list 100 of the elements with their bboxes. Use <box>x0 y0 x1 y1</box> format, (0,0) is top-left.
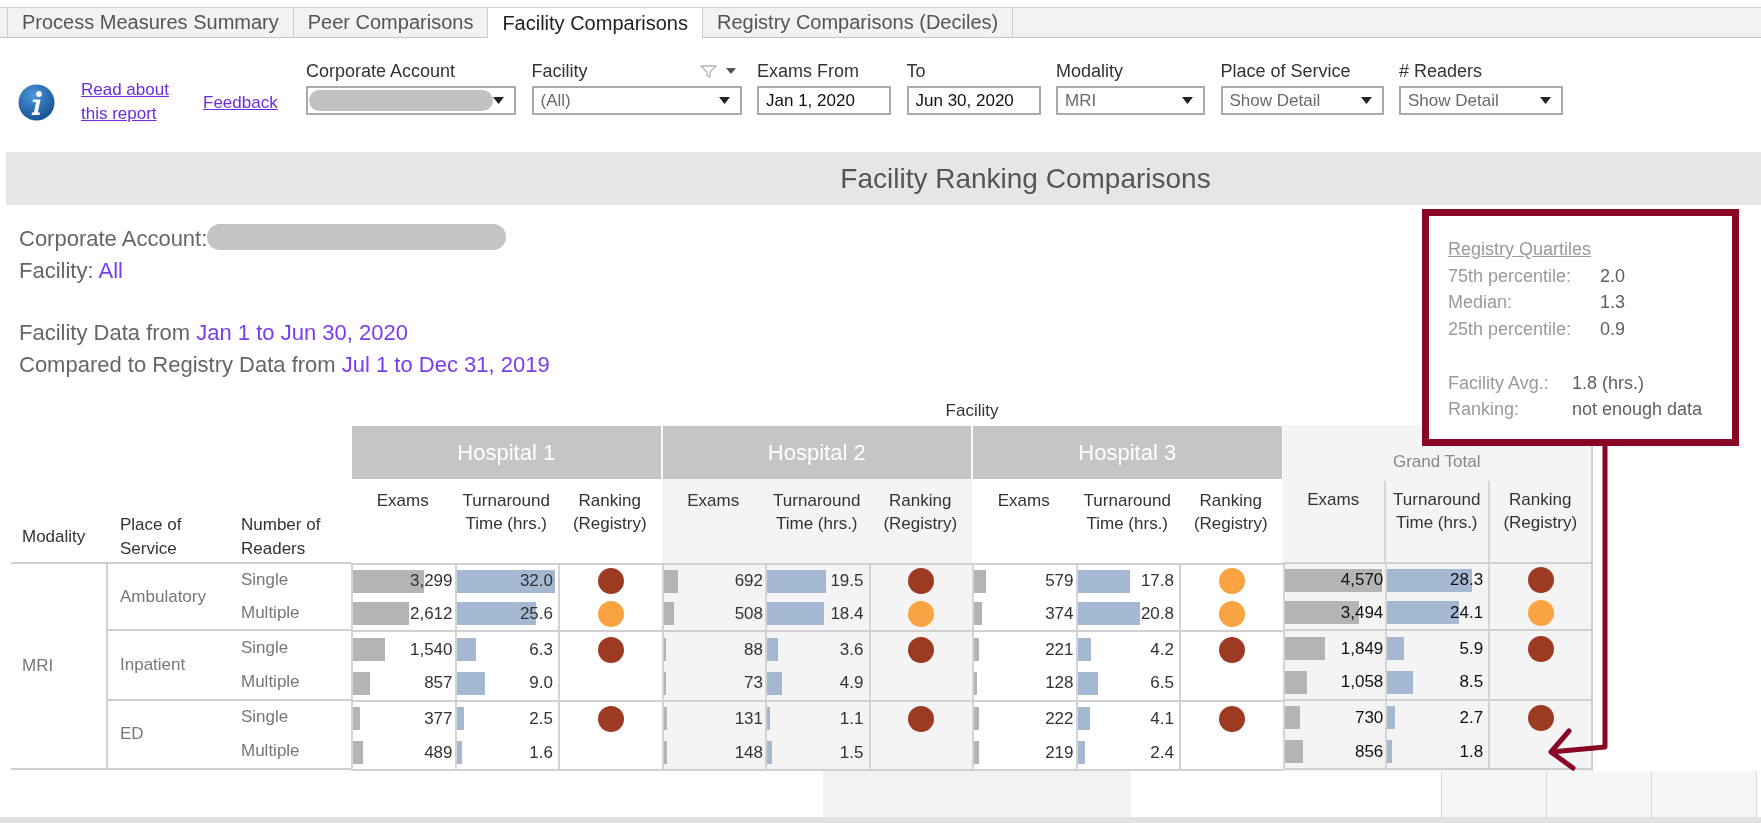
turnaround-value: 4.1 <box>1150 708 1175 729</box>
quartiles-title: Registry Quartiles <box>1448 239 1592 259</box>
exams-value: 148 <box>734 742 764 763</box>
exams-value: 579 <box>1045 571 1075 592</box>
turnaround-value: 6.3 <box>529 639 554 660</box>
dropdown[interactable]: MRI <box>1056 86 1205 115</box>
filter-label: Modality <box>1056 61 1124 81</box>
turnaround-value: 25.6 <box>519 604 554 624</box>
column-header: Turnaround Time (hrs.) <box>1393 490 1481 532</box>
turnaround-value: 4.9 <box>839 673 865 694</box>
turnaround-value: 19.5 <box>830 571 865 592</box>
report-link[interactable]: Read about this report <box>81 78 177 126</box>
exams-value: 128 <box>1045 673 1075 694</box>
summary-line: Facility Data from Jan 1 to Jun 30, 2020 <box>19 319 408 347</box>
turnaround-value: 1.5 <box>839 742 865 763</box>
date-field[interactable]: Jan 1, 2020 <box>757 86 891 115</box>
summary-line: Facility: All <box>19 257 123 285</box>
column-header: Turnaround Time (hrs.) <box>1083 491 1171 533</box>
row-label: Multiple <box>241 603 300 623</box>
column-header: Number of Readers <box>241 514 321 558</box>
stat-value: 1.8 (hrs.) <box>1572 371 1645 395</box>
row-label: MRI <box>22 656 54 676</box>
turnaround-value: 2.4 <box>1150 742 1175 763</box>
row-label: Single <box>241 570 289 591</box>
caret-icon[interactable] <box>725 68 736 74</box>
exams-value: 131 <box>734 708 764 729</box>
turnaround-value: 1.6 <box>529 742 554 763</box>
column-header: Ranking (Registry) <box>883 491 958 533</box>
exams-value: 4,570 <box>1340 570 1385 591</box>
stat-label: 75th percentile: <box>1448 264 1572 288</box>
filter-label: Place of Service <box>1220 61 1351 81</box>
info-icon[interactable] <box>18 84 55 121</box>
exams-value: 374 <box>1045 604 1075 624</box>
exams-value: 489 <box>424 742 454 763</box>
caret-icon[interactable] <box>1540 97 1551 104</box>
caret-icon[interactable] <box>1182 97 1193 104</box>
turnaround-value: 1.1 <box>839 708 865 729</box>
filter-label: Facility <box>531 61 588 81</box>
stat-label: 25th percentile: <box>1448 318 1572 342</box>
exams-value: 221 <box>1045 639 1075 660</box>
tab[interactable]: Facility Comparisons <box>487 8 702 38</box>
filter-label: Exams From <box>757 61 859 81</box>
turnaround-value: 3.6 <box>839 639 865 660</box>
row-label: Multiple <box>241 741 300 762</box>
stat-label: Ranking: <box>1448 398 1520 422</box>
turnaround-value: 2.7 <box>1459 707 1485 728</box>
column-header: Exams <box>687 491 740 510</box>
row-label: Single <box>241 707 289 728</box>
hospital-header: Hospital 2 <box>662 426 971 479</box>
caret-icon[interactable] <box>718 97 730 104</box>
date-field[interactable]: Jun 30, 2020 <box>906 86 1041 115</box>
filter-label: To <box>906 61 926 81</box>
caret-icon[interactable] <box>1360 97 1372 104</box>
column-header: Modality <box>22 526 86 546</box>
column-header: Exams <box>376 491 429 510</box>
stat-value: 2.0 <box>1600 264 1626 288</box>
exams-value: 1,849 <box>1340 638 1385 659</box>
caret-icon[interactable] <box>493 97 504 104</box>
stat-label: Facility Avg.: <box>1448 371 1549 395</box>
exams-value: 222 <box>1045 708 1075 729</box>
column-header: Ranking (Registry) <box>1193 491 1268 533</box>
row-label: Inpatient <box>120 655 186 675</box>
summary-line: Compared to Registry Data from Jul 1 to Dec 31, 2019 <box>19 351 550 379</box>
exams-value: 3,494 <box>1340 603 1385 623</box>
row-label: Single <box>241 638 289 659</box>
row-label: Multiple <box>241 671 300 692</box>
exams-value: 377 <box>424 708 454 729</box>
turnaround-value: 24.1 <box>1450 603 1485 623</box>
column-header: Ranking (Registry) <box>1503 490 1578 532</box>
exams-value: 2,612 <box>409 604 454 624</box>
dropdown[interactable]: (All) <box>531 86 742 115</box>
hospital-header: Hospital 1 <box>352 426 661 479</box>
filter-label: Corporate Account <box>306 61 456 81</box>
hospital-header: Hospital 3 <box>973 426 1282 479</box>
turnaround-value: 28.3 <box>1450 570 1485 591</box>
exams-value: 1,540 <box>409 639 454 660</box>
grand-total-label: Grand Total <box>1392 452 1481 471</box>
turnaround-value: 8.5 <box>1459 672 1485 693</box>
tab[interactable]: Process Measures Summary <box>7 8 293 37</box>
dimension-label: Facility <box>945 401 999 421</box>
stat-value: 1.3 <box>1600 291 1626 315</box>
dropdown[interactable]: Show Detail <box>1399 86 1563 115</box>
exams-value: 3,299 <box>409 571 454 592</box>
turnaround-value: 1.8 <box>1459 741 1485 762</box>
stat-label: Median: <box>1448 291 1513 315</box>
dropdown[interactable]: Show Detail <box>1220 86 1384 115</box>
feedback-link[interactable]: Feedback <box>203 93 278 112</box>
exams-value: 88 <box>744 639 764 660</box>
column-header: Turnaround Time (hrs.) <box>773 491 861 533</box>
exams-value: 219 <box>1045 742 1075 763</box>
column-header: Turnaround Time (hrs.) <box>462 491 550 533</box>
exams-value: 692 <box>734 571 764 592</box>
exams-value: 857 <box>424 673 454 694</box>
exams-value: 730 <box>1354 707 1385 728</box>
tab[interactable]: Registry Comparisons (Deciles) <box>702 8 1014 37</box>
turnaround-value: 20.8 <box>1140 604 1175 624</box>
turnaround-value: 17.8 <box>1140 571 1175 592</box>
stat-value: not enough data <box>1572 398 1703 422</box>
row-label: Ambulatory <box>120 586 206 607</box>
turnaround-value: 2.5 <box>529 708 554 729</box>
